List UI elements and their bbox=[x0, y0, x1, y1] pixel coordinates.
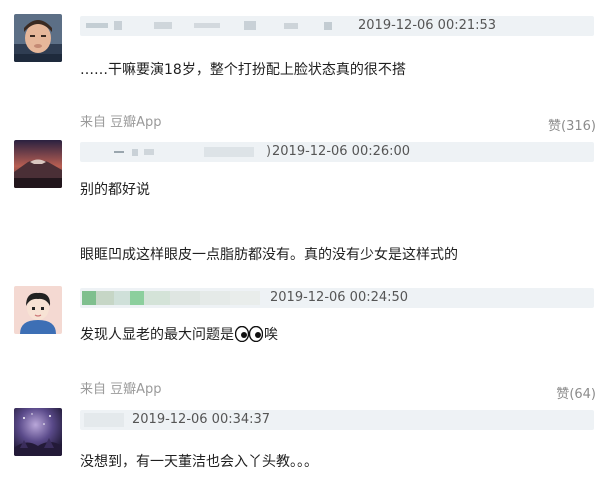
like-count: (64) bbox=[569, 387, 596, 402]
comment-text: 眼眶凹成这样眼皮一点脂肪都没有。真的没有少女是这样式的 bbox=[80, 247, 458, 263]
like-count: (316) bbox=[561, 119, 596, 134]
comment-text: ……干嘛要演18岁，整个打扮配上脸状态真的很不搭 bbox=[80, 62, 406, 78]
avatar[interactable] bbox=[14, 408, 62, 456]
avatar[interactable] bbox=[14, 14, 62, 62]
like-button[interactable]: 赞(64) bbox=[556, 386, 596, 404]
comment-timestamp: 2019-12-06 00:24:50 bbox=[270, 290, 409, 305]
avatar-boy-photo-icon bbox=[14, 14, 62, 62]
username-suffix: ) bbox=[266, 144, 272, 159]
like-label: 赞 bbox=[548, 119, 562, 134]
masked-username[interactable] bbox=[84, 410, 128, 430]
comment-meta-bar: ) 2019-12-06 00:26:00 bbox=[80, 142, 594, 162]
comment-text: 别的都好说 bbox=[80, 182, 150, 198]
avatar[interactable] bbox=[14, 140, 62, 188]
comment-source[interactable]: 来自 豆瓣App bbox=[80, 381, 162, 399]
avatar-night-sky-icon bbox=[14, 408, 62, 456]
avatar-mountain-photo-icon bbox=[14, 140, 62, 188]
masked-username[interactable] bbox=[84, 16, 344, 36]
comment-timestamp: 2019-12-06 00:26:00 bbox=[272, 144, 411, 159]
comment-text-part: 发现人显老的最大问题是 bbox=[80, 327, 234, 343]
masked-username[interactable] bbox=[82, 288, 266, 308]
comment-text: 发现人显老的最大问题是 唉 bbox=[80, 325, 278, 348]
comment-text-part: 唉 bbox=[264, 327, 278, 343]
comment-timestamp: 2019-12-06 00:34:37 bbox=[132, 412, 271, 427]
comment-text: 没想到，有一天董洁也会入丫头教。。。 bbox=[80, 454, 318, 470]
comment-meta-bar: 2019-12-06 00:24:50 bbox=[80, 288, 594, 308]
comment-meta-bar: 2019-12-06 00:34:37 bbox=[80, 410, 594, 430]
masked-username[interactable] bbox=[84, 142, 264, 162]
avatar[interactable] bbox=[14, 286, 62, 334]
comment-timestamp: 2019-12-06 00:21:53 bbox=[358, 18, 497, 33]
like-button[interactable]: 赞(316) bbox=[548, 118, 596, 136]
comment-meta-bar: 2019-12-06 00:21:53 bbox=[80, 16, 594, 36]
comment-source[interactable]: 来自 豆瓣App bbox=[80, 114, 162, 132]
like-label: 赞 bbox=[556, 387, 570, 402]
eyes-emoji-icon bbox=[234, 325, 264, 348]
avatar-cartoon-boy-icon bbox=[14, 286, 62, 334]
